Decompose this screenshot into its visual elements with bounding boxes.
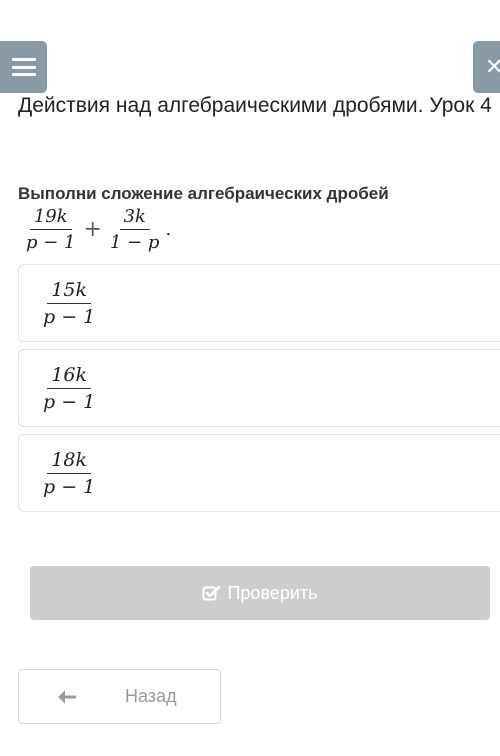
close-button[interactable]: ✕ (473, 41, 500, 93)
lesson-title: Действия над алгебраическими дробями. Ур… (18, 94, 492, 117)
fraction-numerator: 16k (47, 364, 91, 389)
fraction-numerator: 18k (47, 449, 91, 474)
option-fraction: 18k p − 1 (39, 449, 99, 498)
check-button[interactable]: Проверить (30, 566, 490, 620)
checkbox-check-icon (202, 585, 221, 602)
fraction-numerator: 15k (47, 279, 91, 304)
back-button-label: Назад (125, 686, 177, 706)
task-expression: 19k p − 1 + 3k 1 − p . (22, 206, 171, 253)
fraction-denominator: p − 1 (43, 305, 96, 328)
fraction-numerator: 19k (29, 206, 72, 230)
plus-operator: + (83, 217, 102, 242)
question-prompt: Выполни сложение алгебраических дробей (18, 184, 389, 203)
hamburger-menu-icon (11, 58, 36, 76)
expression-fraction-left: 19k p − 1 (22, 206, 80, 253)
answer-option-1[interactable]: 15k p − 1 (18, 264, 500, 342)
menu-button[interactable] (0, 41, 47, 93)
fraction-denominator: p − 1 (43, 390, 96, 413)
expression-end: . (165, 219, 172, 240)
fraction-denominator: p − 1 (43, 475, 96, 498)
back-button[interactable]: Назад (18, 669, 221, 724)
fraction-denominator: 1 − p (109, 232, 160, 253)
option-fraction: 16k p − 1 (39, 364, 99, 413)
answer-option-3[interactable]: 18k p − 1 (18, 434, 500, 512)
check-button-label: Проверить (227, 582, 318, 603)
close-icon: ✕ (485, 54, 500, 79)
arrow-left-icon (57, 689, 77, 705)
fraction-numerator: 3k (119, 206, 150, 230)
fraction-denominator: p − 1 (26, 232, 76, 253)
option-fraction: 15k p − 1 (39, 279, 99, 328)
answer-option-2[interactable]: 16k p − 1 (18, 349, 500, 427)
expression-fraction-right: 3k 1 − p (106, 206, 164, 253)
